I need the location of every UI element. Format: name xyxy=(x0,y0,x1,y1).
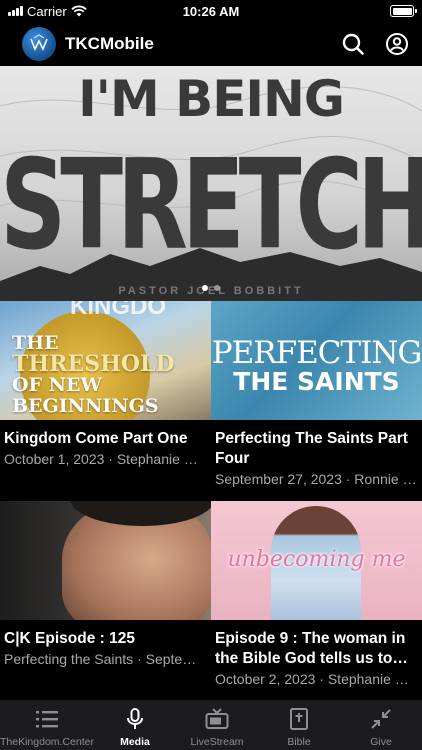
app-name: TKCMobile xyxy=(65,34,154,53)
carousel-dot[interactable] xyxy=(214,285,220,291)
tab-label: Media xyxy=(120,736,150,748)
carousel-dot[interactable] xyxy=(202,285,208,291)
tab-give[interactable]: Give xyxy=(340,700,422,750)
thumb-text: PERFECTING xyxy=(211,335,422,371)
hero-title-line1: I'M BEING xyxy=(78,70,345,128)
status-bar: Carrier 10:26 AM xyxy=(0,0,422,22)
media-title: Episode 9 : The woman in the Bible God t… xyxy=(215,630,406,667)
media-thumbnail: PERFECTING THE SAINTS xyxy=(211,301,422,420)
tab-bible[interactable]: Bible xyxy=(258,700,340,750)
list-icon xyxy=(35,711,58,728)
media-meta: October 2, 2023 · Stephanie Bobbitt xyxy=(215,671,418,687)
tkc-logo-icon xyxy=(22,27,56,61)
microphone-icon xyxy=(126,708,143,729)
thumb-text: OF NEW xyxy=(12,374,102,396)
thumb-text: KINGDO xyxy=(70,301,166,320)
media-thumbnail xyxy=(0,501,211,620)
app-header: TKCMobile xyxy=(0,22,422,66)
tab-thekingdom-center[interactable]: TheKingdom.Center xyxy=(0,700,94,750)
hero-title-line2: STRETCHED xyxy=(0,132,422,278)
tab-label: LiveStream xyxy=(190,736,244,748)
tab-label: TheKingdom.Center xyxy=(0,736,94,748)
media-grid: KINGDO THE THRESHOLD OF NEW BEGINNINGS K… xyxy=(0,301,422,701)
tab-bar: TheKingdom.Center Media LiveStream Bible… xyxy=(0,700,422,750)
profile-button[interactable] xyxy=(382,29,412,59)
media-card[interactable]: PERFECTING THE SAINTS Perfecting The Sai… xyxy=(211,301,422,501)
bible-icon xyxy=(290,708,308,730)
thumb-text: BEGINNINGS xyxy=(12,395,159,417)
tab-label: Bible xyxy=(287,736,311,748)
carousel-indicator xyxy=(0,285,422,291)
media-title: C|K Episode : 125 xyxy=(4,630,135,647)
media-thumbnail: KINGDO THE THRESHOLD OF NEW BEGINNINGS xyxy=(0,301,211,420)
collapse-arrows-icon xyxy=(371,709,391,729)
search-icon xyxy=(342,33,364,55)
profile-icon xyxy=(386,33,408,55)
tab-media[interactable]: Media xyxy=(94,700,176,750)
carrier-label: Carrier xyxy=(27,3,67,19)
media-meta: Perfecting the Saints · September 2023 xyxy=(4,651,207,667)
tv-icon xyxy=(205,708,229,729)
media-card[interactable]: KINGDO THE THRESHOLD OF NEW BEGINNINGS K… xyxy=(0,301,211,501)
media-meta: September 27, 2023 · Ronnie Hampton xyxy=(215,471,418,487)
tab-label: Give xyxy=(370,736,392,748)
media-title: Kingdom Come Part One xyxy=(4,430,188,447)
signal-icon xyxy=(8,6,23,16)
media-card[interactable]: unbecoming me Episode 9 : The woman in t… xyxy=(211,501,422,701)
wifi-icon xyxy=(71,5,87,17)
media-thumbnail: unbecoming me xyxy=(211,501,422,620)
media-title: Perfecting The Saints Part Four xyxy=(215,430,408,467)
media-meta: October 1, 2023 · Stephanie Bobbitt xyxy=(4,451,207,467)
thumb-text: unbecoming me xyxy=(227,547,406,572)
featured-banner[interactable]: I'M BEING STRETCHED PASTOR JOEL BOBBITT xyxy=(0,66,422,301)
battery-icon xyxy=(390,5,417,17)
thumb-text: THE SAINTS xyxy=(233,367,400,396)
search-button[interactable] xyxy=(338,29,368,59)
thumb-text: THRESHOLD xyxy=(12,351,175,377)
media-card[interactable]: C|K Episode : 125 Perfecting the Saints … xyxy=(0,501,211,701)
tab-livestream[interactable]: LiveStream xyxy=(176,700,258,750)
